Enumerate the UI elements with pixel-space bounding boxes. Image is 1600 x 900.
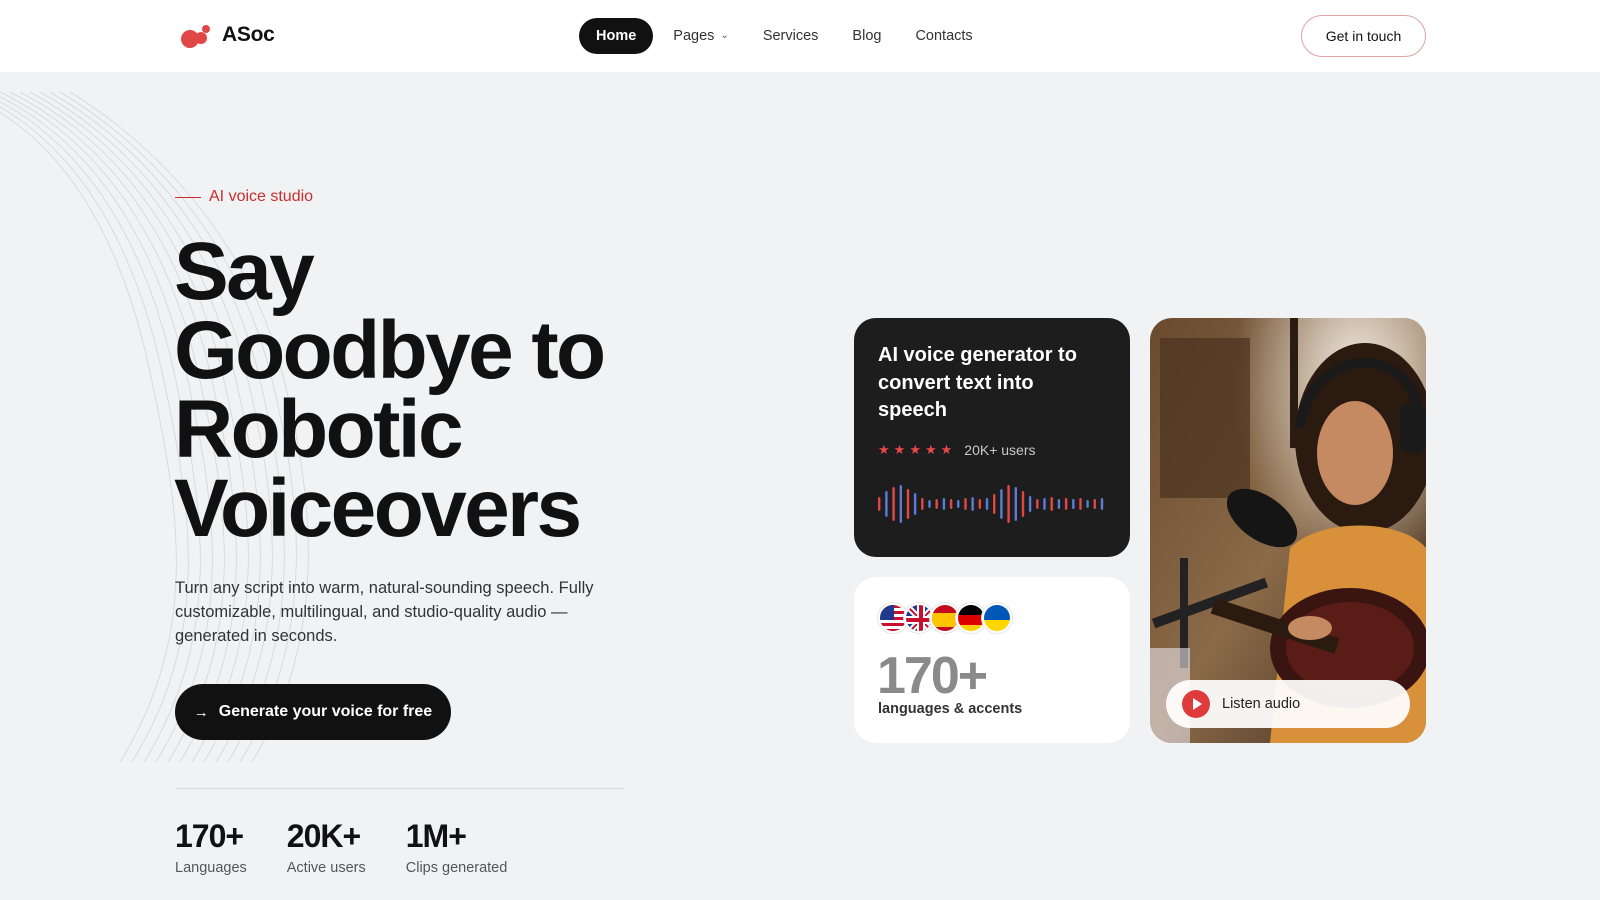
waveform-bar	[1072, 499, 1075, 509]
stat-languages: 170+ Languages	[175, 818, 247, 876]
languages-card: 170+ languages & accents	[854, 577, 1130, 743]
chevron-down-icon: ⌄	[720, 29, 729, 41]
waveform-bar	[993, 494, 996, 514]
waveform-bar	[957, 500, 960, 508]
stat-label: Languages	[175, 860, 247, 876]
waveform-bar	[1036, 499, 1039, 509]
site-header: ASoc Home Pages ⌄ Services Blog Contacts…	[0, 0, 1600, 72]
waveform-bar	[1043, 498, 1046, 510]
stat-clips: 1M+ Clips generated	[406, 818, 508, 876]
generator-card-title: AI voice generator to convert text into …	[878, 344, 1077, 421]
waveform-bar	[899, 485, 902, 523]
flag-stack	[878, 603, 1012, 633]
logo-icon	[180, 22, 212, 48]
main-nav: Home Pages ⌄ Services Blog Contacts	[579, 18, 987, 54]
stat-active-users: 20K+ Active users	[287, 818, 366, 876]
stat-value: 170+	[175, 818, 244, 854]
star-icon: ★	[924, 442, 937, 457]
waveform-bar	[892, 487, 895, 521]
waveform-bar	[885, 491, 888, 517]
nav-item-blog[interactable]: Blog	[838, 18, 895, 54]
star-icon: ★	[893, 442, 906, 457]
nav-item-label: Services	[762, 28, 819, 44]
nav-item-label: Pages	[673, 28, 715, 44]
waveform-bar	[1021, 491, 1025, 517]
nav-item-contacts[interactable]: Contacts	[901, 18, 986, 54]
nav-item-label: Blog	[852, 28, 882, 44]
waveform-bar	[1079, 498, 1082, 510]
waveform-bar	[971, 497, 974, 511]
star-icon: ★	[878, 442, 890, 457]
waveform-icon	[878, 485, 1104, 523]
stats-divider	[175, 788, 624, 789]
rating: ★ ★ ★ ★ ★ 20K+ users	[878, 442, 1036, 458]
stat-value: 20K+	[286, 818, 361, 854]
waveform-bar	[928, 500, 931, 508]
singer-photo-card: Listen audio	[1150, 318, 1426, 743]
languages-label: languages & accents	[878, 701, 1023, 717]
waveform-bar	[1014, 487, 1017, 521]
waveform-bar	[878, 497, 881, 511]
waveform-bar	[1057, 499, 1061, 509]
waveform-bar	[1064, 498, 1068, 510]
waveform-bar	[1007, 485, 1010, 523]
waveform-bar	[906, 489, 910, 519]
hero-description: Turn any script into warm, natural-sound…	[175, 579, 594, 645]
waveform-bar	[1086, 500, 1089, 508]
waveform-bar	[935, 499, 938, 509]
waveform-bar	[1100, 498, 1104, 510]
nav-item-home[interactable]: Home	[579, 18, 654, 54]
stat-label: Clips generated	[405, 860, 508, 876]
stats-row: 170+ Languages 20K+ Active users 1M+ Cli…	[175, 818, 507, 876]
star-icon: ★	[940, 442, 953, 457]
get-in-touch-button[interactable]: Get in touch	[1301, 15, 1426, 57]
star-icon: ★	[909, 442, 921, 457]
ukraine-flag-icon	[982, 603, 1012, 633]
waveform-bar	[1000, 489, 1003, 519]
waveform-bar	[1050, 497, 1053, 511]
waveform-bar	[978, 499, 981, 509]
brand-name: ASoc	[222, 23, 275, 46]
users-count: 20K+ users	[964, 442, 1036, 458]
stat-label: Active users	[286, 860, 366, 876]
listen-audio-button[interactable]: Listen audio	[1166, 680, 1410, 728]
eyebrow-line	[175, 196, 201, 198]
waveform-bar	[921, 498, 924, 510]
languages-count: 170+	[877, 647, 988, 705]
generate-voice-label: Generate your voice for free	[218, 703, 433, 720]
waveform-bar	[913, 493, 917, 515]
play-icon	[1182, 690, 1210, 718]
hero-eyebrow: AI voice studio	[175, 188, 313, 206]
waveform-bar	[942, 498, 946, 510]
waveform-bar	[985, 498, 989, 510]
stat-value: 1M+	[405, 818, 467, 854]
eyebrow-text: AI voice studio	[209, 188, 314, 205]
nav-item-label: Home	[596, 28, 637, 44]
nav-item-services[interactable]: Services	[749, 18, 833, 54]
listen-audio-label: Listen audio	[1222, 696, 1301, 712]
waveform-bar	[1028, 496, 1032, 512]
waveform-bar	[1093, 499, 1096, 509]
waveform-bar	[949, 499, 953, 509]
nav-item-pages[interactable]: Pages ⌄	[659, 18, 743, 54]
waveform-bar	[964, 498, 967, 510]
voice-generator-card: AI voice generator to convert text into …	[854, 318, 1130, 557]
brand-logo[interactable]: ASoc	[180, 22, 275, 48]
generate-voice-button[interactable]: → Generate your voice for free	[175, 684, 451, 740]
hero-title: Say Goodbye to Robotic Voiceovers	[174, 226, 606, 554]
nav-item-label: Contacts	[915, 28, 973, 44]
arrow-right-icon: →	[193, 703, 209, 721]
